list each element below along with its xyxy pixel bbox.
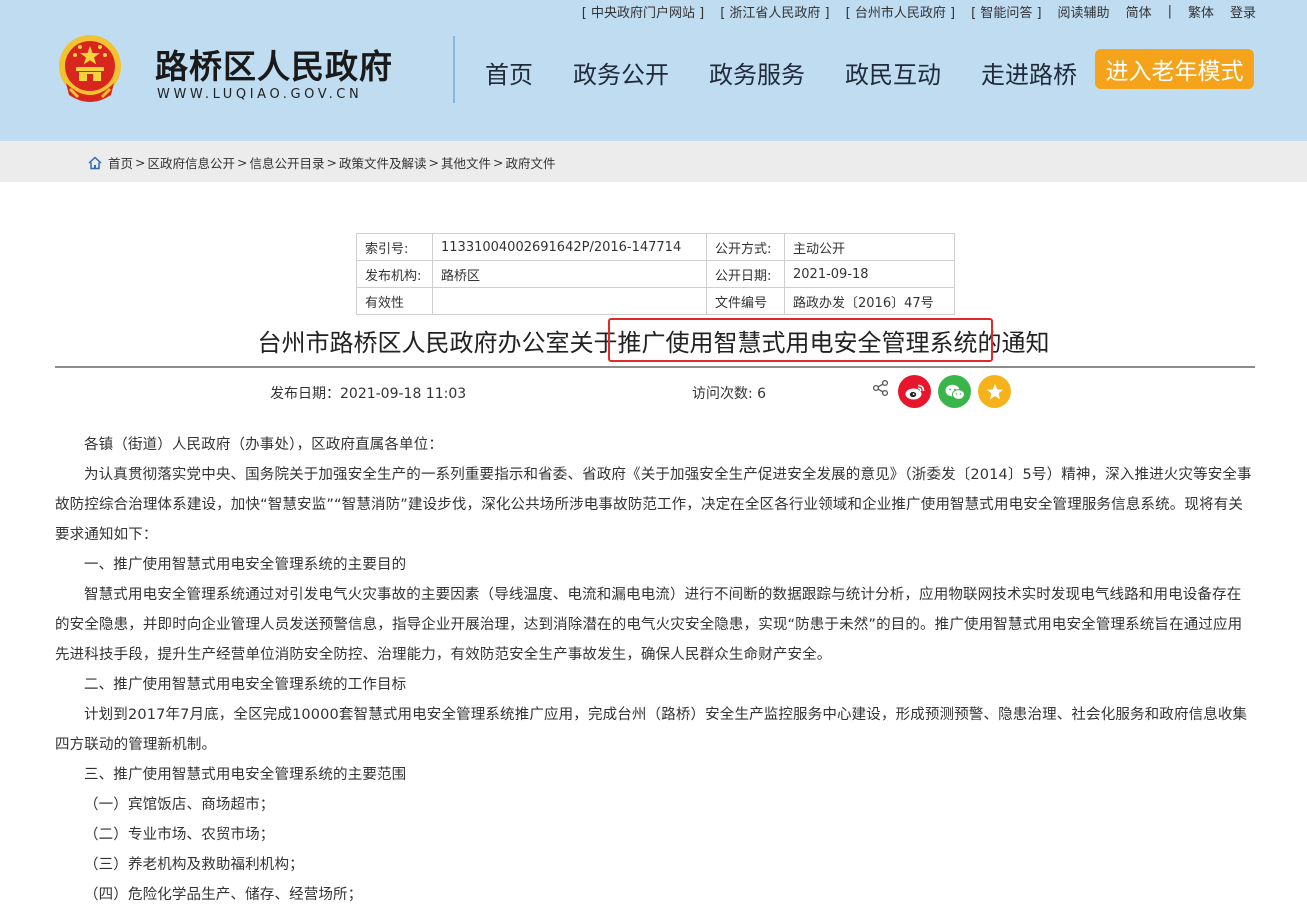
title-divider xyxy=(55,366,1255,368)
site-header: 中央政府门户网站 浙江省人民政府 台州市人民政府 智能问答 阅读辅助 简体 | … xyxy=(0,0,1307,141)
article-title: 台州市路桥区人民政府办公室关于推广使用智慧式用电安全管理系统的通知 xyxy=(257,329,1050,357)
link-traditional[interactable]: 繁体 xyxy=(1188,2,1214,21)
breadcrumb-disclosure-catalog[interactable]: 信息公开目录 xyxy=(250,153,325,172)
nav-gov-services[interactable]: 政务服务 xyxy=(709,55,805,90)
meta-row: 有效性 文件编号 路政办发〔2016〕47号 xyxy=(356,287,955,315)
list-item: （四）危险化学品生产、储存、经营场所； xyxy=(84,887,363,903)
site-url: WWW.LUQIAO.GOV.CN xyxy=(157,87,363,102)
favorite-star-icon xyxy=(986,383,1003,399)
section-heading: 一、推广使用智慧式用电安全管理系统的主要目的 xyxy=(84,557,407,573)
meta-value: 11331004002691642P/2016-147714 xyxy=(432,233,707,261)
weibo-icon xyxy=(905,384,924,399)
body-paragraph: 为认真贯彻落实党中央、国务院关于加强安全生产的一系列重要指示和省委、省政府《关于… xyxy=(55,467,1252,543)
breadcrumb-policy-docs[interactable]: 政策文件及解读 xyxy=(339,153,427,172)
meta-value: 路政办发〔2016〕47号 xyxy=(784,287,955,315)
publish-date: 发布日期：2021-09-18 11:03 xyxy=(270,386,467,402)
top-links-separator: | xyxy=(1167,3,1172,19)
meta-label: 公开方式: xyxy=(706,233,785,261)
elder-mode-button[interactable]: 进入老年模式 xyxy=(1095,49,1254,89)
wechat-icon xyxy=(945,384,965,400)
meta-value xyxy=(432,287,707,315)
meta-label: 文件编号 xyxy=(706,287,785,315)
meta-label: 索引号: xyxy=(356,233,433,261)
link-central-gov[interactable]: 中央政府门户网站 xyxy=(582,2,704,21)
nav-home[interactable]: 首页 xyxy=(485,55,533,90)
meta-row: 发布机构: 路桥区 公开日期: 2021-09-18 xyxy=(356,260,955,288)
weibo-share-button[interactable] xyxy=(898,375,931,408)
body-paragraph: 计划到2017年7月底，全区完成10000套智慧式用电安全管理系统推广应用，完成… xyxy=(55,707,1248,753)
salutation-paragraph: 各镇（街道）人民政府（办事处），区政府直属各单位： xyxy=(84,437,443,453)
link-smart-qa[interactable]: 智能问答 xyxy=(971,2,1041,21)
breadcrumb-gov-docs[interactable]: 政府文件 xyxy=(506,153,556,172)
nav-interaction[interactable]: 政民互动 xyxy=(845,55,941,90)
section-heading: 三、推广使用智慧式用电安全管理系统的主要范围 xyxy=(84,767,407,783)
meta-value: 路桥区 xyxy=(432,260,707,288)
national-emblem-icon[interactable] xyxy=(56,33,124,105)
breadcrumb-other-docs[interactable]: 其他文件 xyxy=(441,153,491,172)
wechat-share-button[interactable] xyxy=(938,375,971,408)
top-links-bar: 中央政府门户网站 浙江省人民政府 台州市人民政府 智能问答 阅读辅助 简体 | … xyxy=(582,2,1256,21)
meta-label: 公开日期: xyxy=(706,260,785,288)
document-meta-table: 索引号: 11331004002691642P/2016-147714 公开方式… xyxy=(356,233,955,315)
nav-about-luqiao[interactable]: 走进路桥 xyxy=(981,55,1077,90)
list-item: （一）宾馆饭店、商场超市； xyxy=(84,797,275,813)
meta-value: 2021-09-18 xyxy=(784,260,955,288)
breadcrumb-info-disclosure[interactable]: 区政府信息公开 xyxy=(148,153,236,172)
favorite-button[interactable] xyxy=(978,375,1011,408)
body-paragraph: 智慧式用电安全管理系统通过对引发电气火灾事故的主要因素（导线温度、电流和漏电电流… xyxy=(55,587,1243,663)
article-body: 各镇（街道）人民政府（办事处），区政府直属各单位： 为认真贯彻落实党中央、国务院… xyxy=(55,430,1255,906)
link-simplified[interactable]: 简体 xyxy=(1126,2,1152,21)
visit-count: 访问次数: 6 xyxy=(692,386,767,402)
share-icon[interactable] xyxy=(872,379,890,397)
breadcrumb: 首页 > 区政府信息公开 > 信息公开目录 > 政策文件及解读 > 其他文件 > 政府文件 xyxy=(88,153,556,172)
link-login[interactable]: 登录 xyxy=(1230,2,1256,21)
list-item: （三）养老机构及救助福利机构； xyxy=(84,857,304,873)
meta-row: 索引号: 11331004002691642P/2016-147714 公开方式… xyxy=(356,233,955,261)
home-icon xyxy=(88,155,102,169)
list-item: （二）专业市场、农贸市场； xyxy=(84,827,275,843)
meta-label: 发布机构: xyxy=(356,260,433,288)
main-nav: 首页 政务公开 政务服务 政民互动 走进路桥 xyxy=(485,55,1117,90)
section-heading: 二、推广使用智慧式用电安全管理系统的工作目标 xyxy=(84,677,407,693)
link-reading-aid[interactable]: 阅读辅助 xyxy=(1058,2,1110,21)
nav-gov-affairs-disclosure[interactable]: 政务公开 xyxy=(573,55,669,90)
meta-value: 主动公开 xyxy=(784,233,955,261)
site-name[interactable]: 路桥区人民政府 xyxy=(155,40,393,88)
breadcrumb-bar: 首页 > 区政府信息公开 > 信息公开目录 > 政策文件及解读 > 其他文件 > 政府文件 xyxy=(0,141,1307,182)
link-zhejiang-gov[interactable]: 浙江省人民政府 xyxy=(720,2,829,21)
breadcrumb-home[interactable]: 首页 xyxy=(108,153,133,172)
meta-label: 有效性 xyxy=(356,287,433,315)
header-divider xyxy=(453,36,455,103)
link-taizhou-gov[interactable]: 台州市人民政府 xyxy=(846,2,955,21)
